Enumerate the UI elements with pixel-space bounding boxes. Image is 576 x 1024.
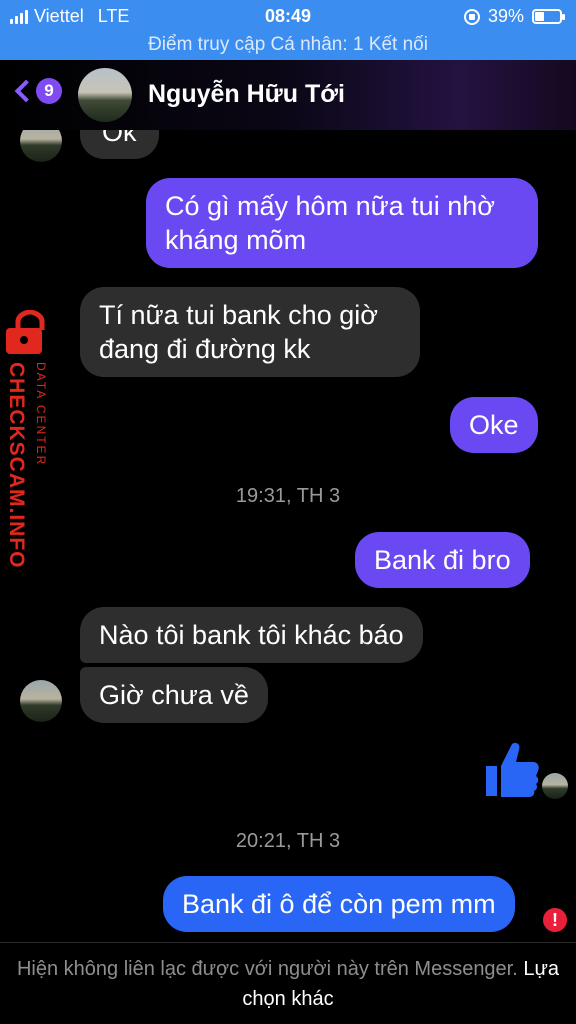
unread-badge: 9 [36,78,62,104]
thumbs-up-icon[interactable] [484,740,540,798]
footer-divider [0,942,576,943]
message-outgoing[interactable]: Có gì mấy hôm nữa tui nhờ kháng mõm [146,178,538,268]
message-outgoing[interactable]: Oke [450,397,538,453]
conversation-header: 9 Nguyễn Hữu Tới [0,60,576,130]
timestamp: 19:31, TH 3 [235,485,341,507]
status-bar: Viettel LTE 08:49 39% [0,0,576,32]
contact-avatar[interactable] [78,68,132,122]
message-outgoing[interactable]: Bank đi ô để còn pem mm [163,876,515,932]
chevron-left-icon [14,79,38,103]
message-incoming[interactable]: Tí nữa tui bank cho giờ đang đi đường kk [80,287,420,377]
watermark-text: CHECKSCAM.INFO [5,362,28,569]
message-incoming[interactable]: Nào tôi bank tôi khác báo [80,607,423,663]
sender-avatar [20,130,62,162]
watermark-subtext: DATA CENTER [34,362,48,467]
notice-text: Hiện không liên lạc được với người này t… [16,958,518,980]
battery-percent: 39% [487,6,524,26]
watermark-logo: CHECKSCAM.INFO DATA CENTER [0,310,60,590]
battery-fill [535,12,544,21]
error-icon[interactable]: ! [543,908,567,932]
message-incoming[interactable]: Ok [80,130,159,159]
unavailable-notice: Hiện không liên lạc được với người này t… [0,954,576,1014]
battery-icon [532,9,565,24]
lock-icon [6,310,45,354]
seen-avatar [542,773,568,799]
message-list[interactable]: Ok Có gì mấy hôm nữa tui nhờ kháng mõm T… [0,130,576,942]
message-outgoing[interactable]: Bank đi bro [355,532,530,588]
contact-name[interactable]: Nguyễn Hữu Tới [148,80,345,109]
back-button[interactable]: 9 [10,78,62,104]
sender-avatar [20,680,62,722]
timestamp: 20:21, TH 3 [235,830,341,852]
hotspot-banner[interactable]: Điểm truy cập Cá nhân: 1 Kết nối [0,32,576,60]
message-incoming[interactable]: Giờ chưa về [80,667,268,723]
rotation-lock-icon [463,8,480,25]
status-right: 39% [463,6,565,27]
